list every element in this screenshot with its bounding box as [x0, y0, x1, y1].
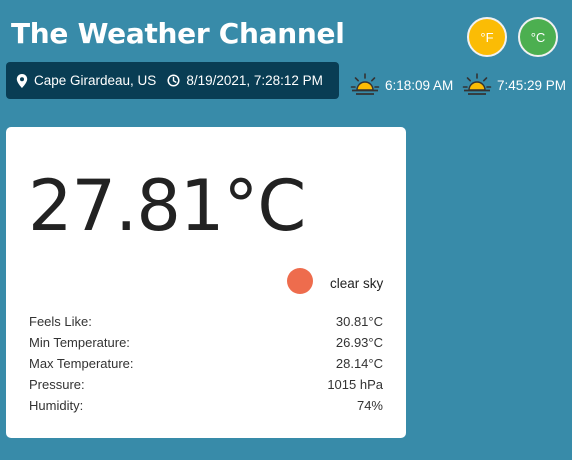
weather-condition-icon [287, 268, 313, 294]
stat-label: Feels Like: [29, 314, 92, 329]
stat-label: Pressure: [29, 377, 85, 392]
current-temperature: 27.81°C [28, 165, 306, 247]
stat-row-max-temperature: Max Temperature: 28.14°C [29, 355, 383, 376]
stat-row-min-temperature: Min Temperature: 26.93°C [29, 334, 383, 355]
local-datetime: 8/19/2021, 7:28:12 PM [186, 73, 323, 88]
sunrise-time: 6:18:09 AM [385, 77, 454, 93]
location-bar: Cape Girardeau, US 8/19/2021, 7:28:12 PM [6, 62, 339, 99]
stat-label: Humidity: [29, 398, 84, 413]
celsius-button[interactable]: °C [518, 17, 558, 57]
weather-stats: Feels Like: 30.81°C Min Temperature: 26.… [29, 313, 383, 418]
stat-row-pressure: Pressure: 1015 hPa [29, 376, 383, 397]
stat-row-humidity: Humidity: 74% [29, 397, 383, 418]
stat-row-feels-like: Feels Like: 30.81°C [29, 313, 383, 334]
stat-value: 1015 hPa [327, 377, 383, 392]
stat-value: 28.14°C [335, 356, 383, 371]
sunrise-icon [350, 73, 380, 95]
weather-card: 27.81°C clear sky Feels Like: 30.81°C Mi… [6, 127, 406, 438]
fahrenheit-button[interactable]: °F [467, 17, 507, 57]
app-title: The Weather Channel [11, 17, 345, 50]
sunset-time: 7:45:29 PM [497, 77, 567, 93]
location-name: Cape Girardeau, US [34, 73, 157, 88]
stat-value: 74% [356, 398, 383, 413]
sunrise-info: 6:18:09 AM [350, 72, 453, 98]
sunset-icon [462, 73, 492, 95]
weather-condition: clear sky [330, 276, 384, 291]
clock-icon [167, 74, 180, 87]
map-pin-icon [16, 73, 28, 88]
stat-label: Min Temperature: [29, 335, 130, 350]
stat-label: Max Temperature: [29, 356, 134, 371]
stat-value: 26.93°C [335, 335, 383, 350]
sunset-info: 7:45:29 PM [462, 72, 566, 98]
stat-value: 30.81°C [335, 314, 383, 329]
